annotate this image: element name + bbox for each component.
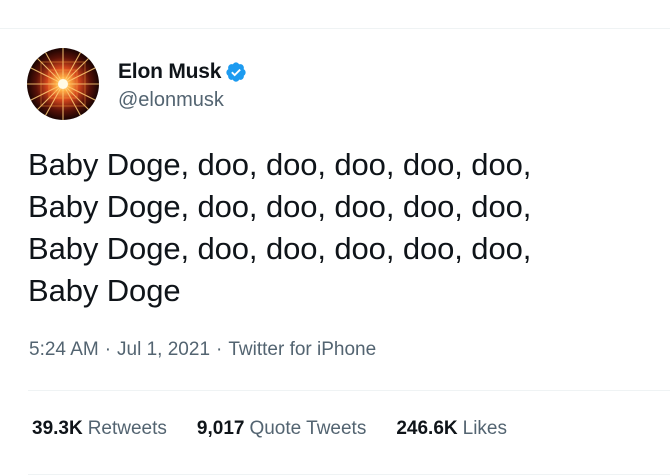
- quote-tweets-stat[interactable]: 9,017 Quote Tweets: [197, 418, 366, 440]
- retweets-label: Retweets: [87, 418, 167, 439]
- quote-tweets-count: 9,017: [196, 418, 245, 439]
- stats-top-divider: [28, 390, 670, 391]
- avatar-image: [27, 48, 99, 120]
- tweet-meta: 5:24 AM · Jul 1, 2021 · Twitter for iPhone: [29, 339, 376, 361]
- meta-separator: ·: [104, 339, 112, 360]
- tweet-time[interactable]: 5:24 AM: [29, 339, 99, 360]
- author-display-name[interactable]: Elon Musk: [118, 60, 221, 84]
- tweet-text-line: Baby Doge, doo, doo, doo, doo, doo,: [28, 147, 532, 182]
- likes-count: 246.6K: [396, 418, 458, 439]
- tweet-header: Elon Musk @elonmusk: [27, 48, 247, 120]
- tweet-text-line: Baby Doge, doo, doo, doo, doo, doo,: [28, 189, 532, 224]
- meta-separator: ·: [216, 339, 223, 360]
- tweet-text: Baby Doge, doo, doo, doo, doo, doo, Baby…: [28, 144, 648, 312]
- quote-tweets-label: Quote Tweets: [249, 418, 367, 439]
- tweet-text-line: Baby Doge: [28, 273, 181, 308]
- retweets-stat[interactable]: 39.3K Retweets: [32, 418, 167, 440]
- stats-bottom-divider: [28, 474, 670, 475]
- name-row: Elon Musk: [118, 57, 247, 87]
- tweet-card: Elon Musk @elonmusk Baby Doge, doo, doo,…: [0, 29, 670, 476]
- tweet-date[interactable]: Jul 1, 2021: [117, 339, 210, 360]
- tweet-source[interactable]: Twitter for iPhone: [228, 339, 376, 360]
- avatar[interactable]: [27, 48, 99, 120]
- retweets-count: 39.3K: [32, 418, 83, 439]
- author-handle[interactable]: @elonmusk: [118, 89, 247, 112]
- likes-stat[interactable]: 246.6K Likes: [396, 418, 507, 440]
- likes-label: Likes: [462, 418, 507, 439]
- verified-badge-icon: [225, 61, 247, 83]
- author-identity: Elon Musk @elonmusk: [118, 48, 247, 120]
- tweet-page: Elon Musk @elonmusk Baby Doge, doo, doo,…: [0, 0, 670, 476]
- tweet-text-line: Baby Doge, doo, doo, doo, doo, doo,: [28, 231, 532, 266]
- tweet-stats: 39.3K Retweets 9,017 Quote Tweets 246.6K…: [32, 418, 507, 440]
